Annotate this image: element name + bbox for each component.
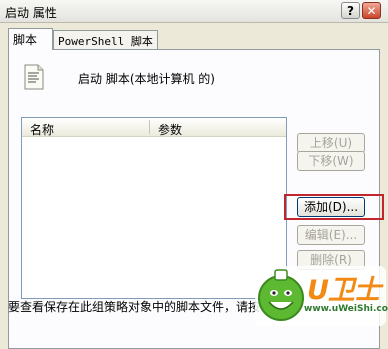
list-header: 名称 参数 [22,118,286,137]
watermark-brand: U卫士 [307,275,381,306]
startup-scripts-label: 启动 脚本(本地计算机 的) [78,72,215,86]
window-title: 启动 属性 [5,6,57,20]
help-button[interactable]: ? [341,2,360,19]
title-bar: 启动 属性 ? ✕ [0,0,388,23]
column-header-name[interactable]: 名称 [30,121,54,138]
column-header-parameters[interactable]: 参数 [158,121,182,138]
move-down-button[interactable]: 下移(W) [297,151,365,171]
move-up-button[interactable]: 上移(U) [297,133,365,153]
tab-powershell-scripts[interactable]: PowerShell 脚本 [53,30,158,49]
highlight-box [284,194,384,220]
close-button[interactable]: ✕ [362,2,381,19]
column-separator[interactable] [149,120,150,134]
script-file-icon [24,64,44,90]
tab-scripts[interactable]: 脚本 [8,28,53,50]
watermark-url: www.uWeiShi.com [304,304,388,314]
scripts-list[interactable]: 名称 参数 [21,117,287,299]
footer-info-text: 要查看保存在此组策略对象中的脚本文件，请按 [8,300,261,314]
edit-button[interactable]: 编辑(E)... [297,225,365,245]
